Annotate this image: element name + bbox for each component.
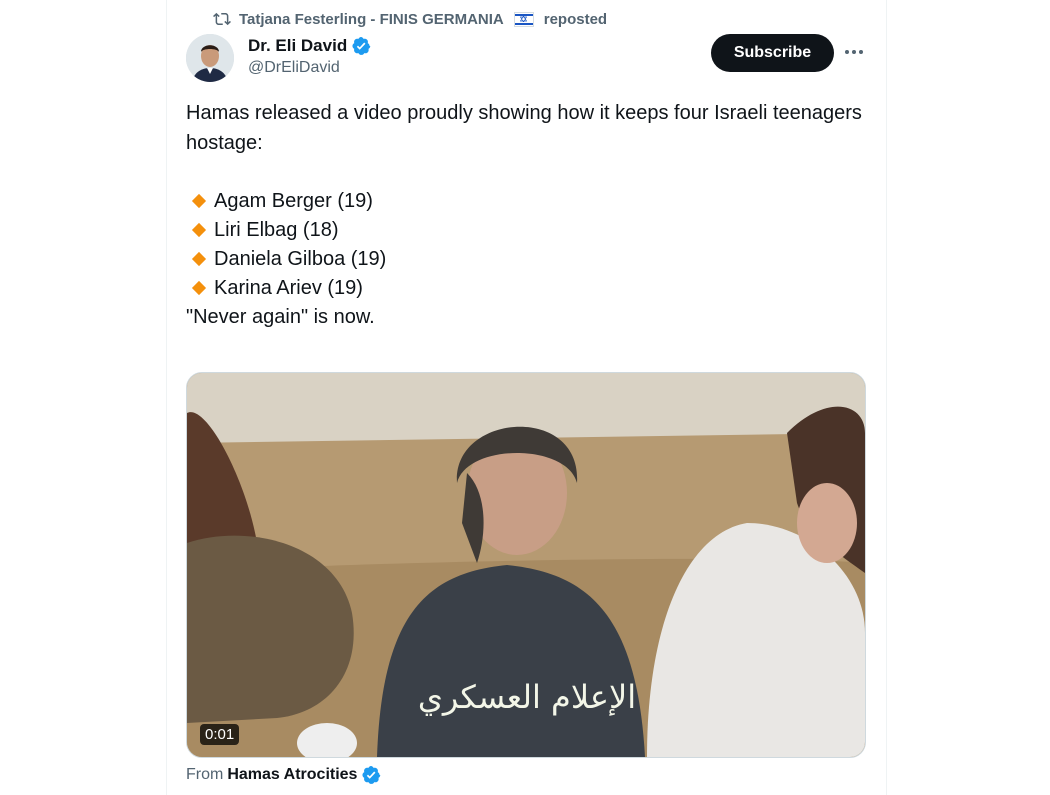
israel-flag-emoji (513, 11, 534, 27)
source-prefix: From (186, 766, 224, 783)
repost-user[interactable]: Tatjana Festerling - FINIS GERMANIA (239, 11, 504, 28)
author-avatar[interactable] (186, 34, 234, 82)
author-handle[interactable]: @DrEliDavid (248, 59, 371, 77)
tweet-closing: "Never again" is now. (186, 306, 375, 328)
hostage-list: Agam Berger (19) Liri Elbag (18) Daniela… (186, 186, 866, 302)
list-item: Karina Ariev (19) (186, 273, 866, 302)
tweet-intro: Hamas released a video proudly showing h… (186, 102, 862, 154)
list-item: Liri Elbag (18) (186, 215, 866, 244)
repost-suffix: reposted (543, 10, 608, 28)
verified-badge-icon (352, 37, 371, 55)
video-player[interactable]: الإعلام العسكري 0:01 (186, 372, 866, 758)
orange-diamond-icon (191, 193, 207, 208)
orange-diamond-icon (191, 222, 207, 237)
list-item-text: Liri Elbag (18) (214, 218, 339, 241)
video-overlay-caption: الإعلام العسكري (418, 678, 636, 716)
repost-icon (213, 12, 231, 26)
orange-diamond-icon (191, 251, 207, 266)
list-item-text: Daniela Gilboa (19) (214, 247, 387, 270)
list-item: Daniela Gilboa (19) (186, 244, 866, 273)
tweet-text: Hamas released a video proudly showing h… (186, 98, 866, 332)
list-item-text: Agam Berger (19) (214, 189, 373, 212)
author-block: Dr. Eli David @DrEliDavid (248, 34, 371, 77)
more-icon[interactable] (842, 40, 866, 64)
media-source: From Hamas Atrocities (186, 764, 381, 786)
author-name[interactable]: Dr. Eli David (248, 36, 347, 56)
orange-diamond-icon (191, 280, 207, 295)
subscribe-button[interactable]: Subscribe (711, 34, 834, 72)
source-account[interactable]: Hamas Atrocities (227, 766, 357, 784)
video-duration: 0:01 (200, 724, 240, 745)
verified-badge-icon (362, 766, 381, 784)
list-item: Agam Berger (19) (186, 186, 866, 215)
repost-context: Tatjana Festerling - FINIS GERMANIA repo… (213, 8, 607, 30)
list-item-text: Karina Ariev (19) (214, 276, 363, 299)
video-frame: الإعلام العسكري (187, 373, 865, 757)
